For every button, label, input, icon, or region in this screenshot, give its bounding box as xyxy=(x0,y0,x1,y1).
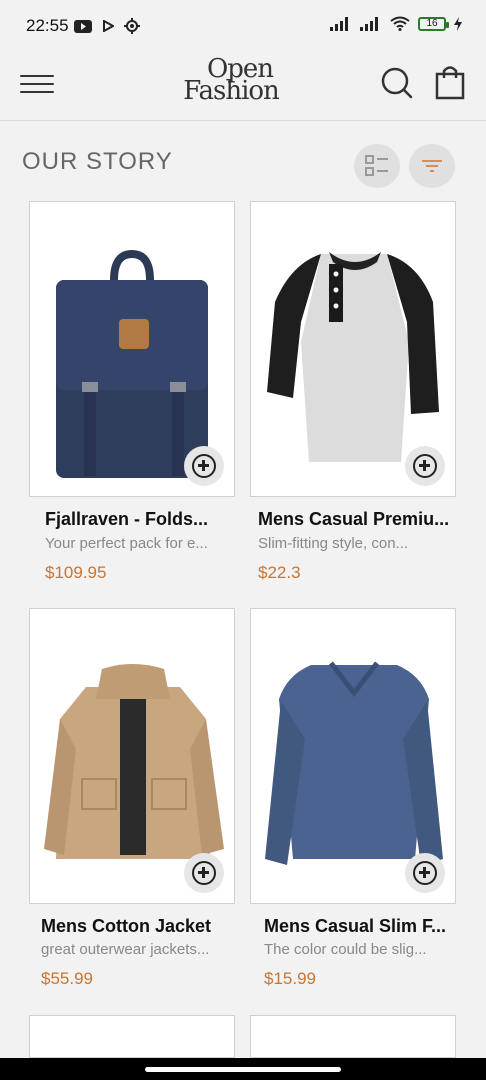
status-time: 22:55 xyxy=(26,16,69,35)
product-card-image[interactable] xyxy=(29,608,235,904)
app-header: Open Fashion xyxy=(0,52,486,121)
search-icon[interactable] xyxy=(380,66,414,100)
hamburger-menu-icon[interactable] xyxy=(20,69,54,99)
product-price: $55.99 xyxy=(41,969,93,988)
product-title[interactable]: Fjallraven - Folds... xyxy=(45,509,208,530)
app-logo: Open Fashion xyxy=(176,56,286,114)
product-description: Slim-fitting style, con... xyxy=(258,535,409,552)
product-title[interactable]: Mens Casual Slim F... xyxy=(264,916,446,937)
play-icon xyxy=(103,20,114,32)
plus-circle-icon xyxy=(413,861,437,885)
plus-circle-icon xyxy=(192,861,216,885)
status-notification-icons xyxy=(74,18,140,34)
signal-icon-2 xyxy=(360,16,378,31)
battery-icon: 16 xyxy=(418,16,449,31)
status-system-icons: 16 xyxy=(330,16,462,31)
product-price: $22.3 xyxy=(258,563,301,582)
settings-gear-icon xyxy=(124,18,140,34)
filter-icon xyxy=(422,160,442,172)
product-price: $15.99 xyxy=(264,969,316,988)
status-bar: 22:55 16 xyxy=(0,0,486,52)
product-description: great outerwear jackets... xyxy=(41,941,210,958)
charging-bolt-icon xyxy=(454,16,462,31)
signal-icon xyxy=(330,16,348,31)
system-navigation-bar xyxy=(0,1058,486,1080)
product-price: $109.95 xyxy=(45,563,107,582)
product-card-image[interactable] xyxy=(29,1015,235,1058)
product-title[interactable]: Mens Cotton Jacket xyxy=(41,916,211,937)
list-view-button[interactable] xyxy=(354,144,400,188)
logo-line-2: Fashion xyxy=(183,76,280,106)
product-description: Your perfect pack for e... xyxy=(45,535,208,552)
list-view-icon xyxy=(365,155,388,176)
product-card-image[interactable] xyxy=(250,608,456,904)
section-title: OUR STORY xyxy=(22,148,173,175)
product-title[interactable]: Mens Casual Premiu... xyxy=(258,509,449,530)
wifi-icon xyxy=(390,16,410,31)
filter-button[interactable] xyxy=(409,144,455,188)
home-indicator[interactable] xyxy=(145,1067,341,1072)
add-to-cart-button[interactable] xyxy=(405,446,445,486)
youtube-icon xyxy=(74,19,92,33)
product-card-image[interactable] xyxy=(29,201,235,497)
product-description: The color could be slig... xyxy=(264,941,427,958)
shopping-bag-icon[interactable] xyxy=(434,64,466,100)
plus-circle-icon xyxy=(413,454,437,478)
product-card-image[interactable] xyxy=(250,1015,456,1058)
plus-circle-icon xyxy=(192,454,216,478)
product-card-image[interactable] xyxy=(250,201,456,497)
add-to-cart-button[interactable] xyxy=(184,853,224,893)
add-to-cart-button[interactable] xyxy=(184,446,224,486)
battery-level: 16 xyxy=(426,18,438,29)
add-to-cart-button[interactable] xyxy=(405,853,445,893)
